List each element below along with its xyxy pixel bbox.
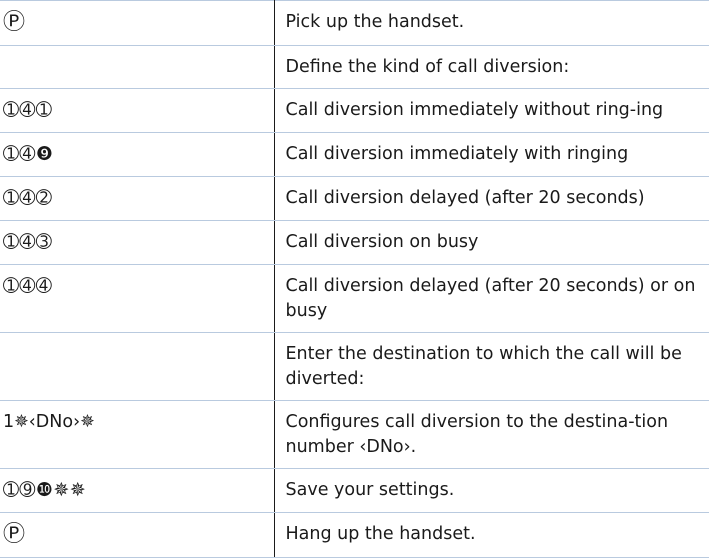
instruction-table: Ⓟ Pick up the handset. Define the kind o…: [0, 0, 709, 558]
key-cell: Ⓟ: [0, 0, 275, 46]
key-cell: 1✵‹DNo›✵: [0, 400, 275, 469]
description-cell: Hang up the handset.: [274, 512, 709, 558]
instruction-table-body: Ⓟ Pick up the handset. Define the kind o…: [0, 0, 709, 558]
handset-icon: Ⓟ: [3, 522, 26, 547]
key-cell: [0, 45, 275, 89]
key-cell: [0, 332, 275, 401]
description-cell: Pick up the handset.: [274, 0, 709, 46]
table-row: ➀➃➃ Call diversion delayed (after 20 sec…: [0, 264, 709, 333]
description-cell: Call diversion delayed (after 20 seconds…: [274, 264, 709, 333]
table-row: ➀➈❿✵✵ Save your settings.: [0, 468, 709, 513]
table-row: Ⓟ Pick up the handset.: [0, 0, 709, 46]
description-cell: Call diversion delayed (after 20 seconds…: [274, 176, 709, 221]
key-sequence: ➀➃➂: [3, 231, 53, 253]
key-sequence: ➀➈❿✵✵: [3, 479, 87, 501]
key-sequence: 1✵‹DNo›✵: [3, 412, 95, 432]
key-cell: Ⓟ: [0, 512, 275, 558]
key-cell: ➀➃➂: [0, 220, 275, 265]
key-sequence: ➀➃➀: [3, 99, 53, 121]
table-row: 1✵‹DNo›✵ Configures call diversion to th…: [0, 400, 709, 469]
key-cell: ➀➈❿✵✵: [0, 468, 275, 513]
key-cell: ➀➃➁: [0, 176, 275, 221]
description-cell: Call diversion on busy: [274, 220, 709, 265]
table-row: ➀➃➂ Call diversion on busy: [0, 220, 709, 265]
description-cell: Define the kind of call diversion:: [274, 45, 709, 89]
key-cell: ➀➃➃: [0, 264, 275, 333]
key-sequence: ➀➃➃: [3, 275, 53, 297]
key-cell: ➀➃➀: [0, 88, 275, 133]
description-cell: Save your settings.: [274, 468, 709, 513]
description-cell: Configures call diversion to the destina…: [274, 400, 709, 469]
table-row: Define the kind of call diversion:: [0, 45, 709, 89]
description-cell: Call diversion immediately without ring-…: [274, 88, 709, 133]
handset-icon: Ⓟ: [3, 10, 26, 35]
table-row: ➀➃➁ Call diversion delayed (after 20 sec…: [0, 176, 709, 221]
table-row: Enter the destination to which the call …: [0, 332, 709, 401]
description-cell: Enter the destination to which the call …: [274, 332, 709, 401]
table-row: ➀➃➀ Call diversion immediately without r…: [0, 88, 709, 133]
table-row: Ⓟ Hang up the handset.: [0, 512, 709, 558]
description-cell: Call diversion immediately with ringing: [274, 132, 709, 177]
key-sequence: ➀➃❾: [3, 143, 54, 165]
key-sequence: ➀➃➁: [3, 187, 53, 209]
table-row: ➀➃❾ Call diversion immediately with ring…: [0, 132, 709, 177]
key-cell: ➀➃❾: [0, 132, 275, 177]
